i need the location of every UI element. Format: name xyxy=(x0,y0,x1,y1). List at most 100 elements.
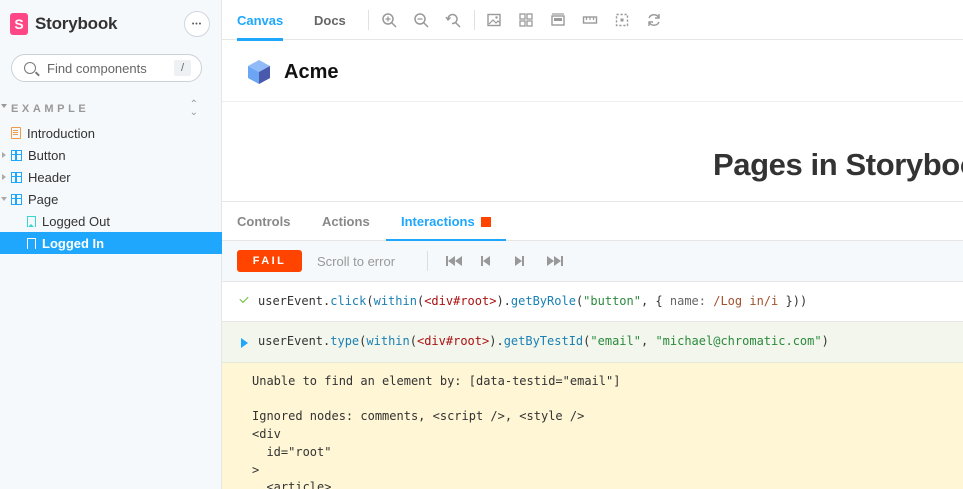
code-token: "michael@chromatic.com" xyxy=(655,334,822,348)
sidebar-item-header[interactable]: Header xyxy=(0,166,222,188)
sidebar-item-introduction[interactable]: Introduction xyxy=(0,122,222,144)
code-token: "button" xyxy=(583,294,641,308)
sidebar-item-logged-in[interactable]: Logged In xyxy=(0,232,222,254)
story-preview: Acme Pages in Storybook xyxy=(222,41,963,201)
app-name: Acme xyxy=(284,61,339,83)
go-to-end-icon[interactable] xyxy=(547,254,563,268)
code-token: userEvent. xyxy=(258,294,331,308)
code-token: /Log in/i xyxy=(713,294,779,308)
go-to-start-icon[interactable] xyxy=(446,254,462,268)
preview-header: Acme xyxy=(222,41,963,102)
sidebar-item-button[interactable]: Button xyxy=(0,144,222,166)
tab-interactions-label: Interactions xyxy=(401,214,475,229)
story-icon xyxy=(27,237,36,249)
chevron-down-icon xyxy=(1,104,7,108)
story-icon xyxy=(27,215,36,227)
interaction-step[interactable]: userEvent.click(within(<div#root>).getBy… xyxy=(222,282,963,322)
component-icon xyxy=(11,149,22,161)
outline-icon[interactable] xyxy=(614,12,630,28)
error-status-icon xyxy=(480,216,491,227)
sidebar-item-label: Logged In xyxy=(42,235,105,251)
document-icon xyxy=(11,127,21,139)
code-token: getByTestId xyxy=(503,334,584,348)
sidebar-item-logged-out[interactable]: Logged Out xyxy=(0,210,222,232)
background-icon[interactable] xyxy=(486,12,502,28)
sidebar-item-label: Introduction xyxy=(27,125,95,141)
component-icon xyxy=(11,171,22,183)
error-message: Unable to find an element by: [data-test… xyxy=(222,363,963,489)
code-token: type xyxy=(330,334,360,348)
chevron-down-icon xyxy=(1,197,7,201)
code-token: <div#root> xyxy=(416,334,490,348)
sidebar: S Storybook ••• Find components / EXAMPL… xyxy=(0,0,222,489)
tab-docs[interactable]: Docs xyxy=(314,0,346,40)
error-line: <article> xyxy=(252,480,332,489)
zoom-in-icon[interactable] xyxy=(381,12,397,28)
search-placeholder: Find components xyxy=(47,60,147,76)
code-token: name: xyxy=(669,294,706,308)
search-icon xyxy=(24,62,36,74)
step-code: userEvent.click(within(<div#root>).getBy… xyxy=(258,294,807,308)
error-line: <div xyxy=(252,427,281,441)
error-line: > xyxy=(252,463,260,477)
tab-canvas[interactable]: Canvas xyxy=(237,0,284,41)
step-forward-icon[interactable] xyxy=(515,254,524,268)
ellipsis-icon: ••• xyxy=(191,20,203,28)
interaction-step-active[interactable]: userEvent.type(within(<div#root>).getByT… xyxy=(222,322,963,363)
sidebar-item-page[interactable]: Page xyxy=(0,188,222,210)
storybook-logo-icon: S xyxy=(10,13,28,35)
group-header-example[interactable]: EXAMPLE ⌃ ⌄ xyxy=(0,100,222,118)
code-token: within xyxy=(373,294,417,308)
interaction-controls: FAIL Scroll to error xyxy=(222,241,963,282)
tab-controls[interactable]: Controls xyxy=(237,202,290,241)
tab-interactions[interactable]: Interactions xyxy=(386,202,506,242)
code-token: ( xyxy=(366,294,374,308)
toolbar: Canvas Docs xyxy=(222,0,963,41)
component-icon xyxy=(11,193,22,205)
measure-icon[interactable] xyxy=(582,12,598,28)
scroll-to-error-button[interactable]: Scroll to error xyxy=(317,254,395,269)
menu-button[interactable]: ••• xyxy=(184,11,210,37)
sidebar-item-label: Logged Out xyxy=(42,213,110,229)
step-code: userEvent.type(within(<div#root>).getByT… xyxy=(258,334,829,348)
status-badge: FAIL xyxy=(237,250,302,272)
chevron-right-icon xyxy=(2,152,6,158)
sidebar-item-label: Button xyxy=(28,147,66,163)
code-token: , { xyxy=(640,294,670,308)
error-line: id="root" xyxy=(252,445,332,459)
acme-logo-icon xyxy=(248,60,270,84)
error-line: Unable to find an element by: [data-test… xyxy=(252,374,621,388)
zoom-reset-icon[interactable] xyxy=(445,12,461,28)
chevron-right-icon xyxy=(2,174,6,180)
step-back-icon[interactable] xyxy=(481,254,490,268)
brand-title: Storybook xyxy=(35,14,118,33)
code-token: getByRole xyxy=(510,294,576,308)
code-token: ) xyxy=(821,334,829,348)
code-token: ( xyxy=(409,334,417,348)
code-token: "email" xyxy=(590,334,641,348)
code-token: <div#root> xyxy=(424,294,497,308)
expand-collapse-icon[interactable]: ⌃ ⌄ xyxy=(190,100,198,118)
zoom-out-icon[interactable] xyxy=(413,12,429,28)
group-label: EXAMPLE xyxy=(11,103,90,115)
sidebar-item-label: Header xyxy=(28,169,71,185)
play-icon xyxy=(241,338,248,348)
viewport-icon[interactable] xyxy=(550,12,566,28)
grid-icon[interactable] xyxy=(518,12,534,28)
remount-icon[interactable] xyxy=(646,12,662,28)
check-icon xyxy=(239,293,249,304)
toolbar-divider xyxy=(368,10,369,30)
sidebar-item-label: Page xyxy=(28,191,59,207)
tab-actions[interactable]: Actions xyxy=(322,202,370,241)
code-token: within xyxy=(366,334,410,348)
search-input[interactable]: Find components / xyxy=(11,54,202,82)
page-heading: Pages in Storybook xyxy=(713,147,963,182)
code-token: })) xyxy=(778,294,808,308)
code-token: ). xyxy=(489,334,504,348)
code-token: ). xyxy=(496,294,511,308)
addon-panel-tabs: Controls Actions Interactions xyxy=(222,201,963,242)
code-token: click xyxy=(330,294,367,308)
brand[interactable]: S Storybook ••• xyxy=(10,10,212,38)
error-line: Ignored nodes: comments, <script />, <st… xyxy=(252,409,585,423)
code-token: , xyxy=(640,334,656,348)
